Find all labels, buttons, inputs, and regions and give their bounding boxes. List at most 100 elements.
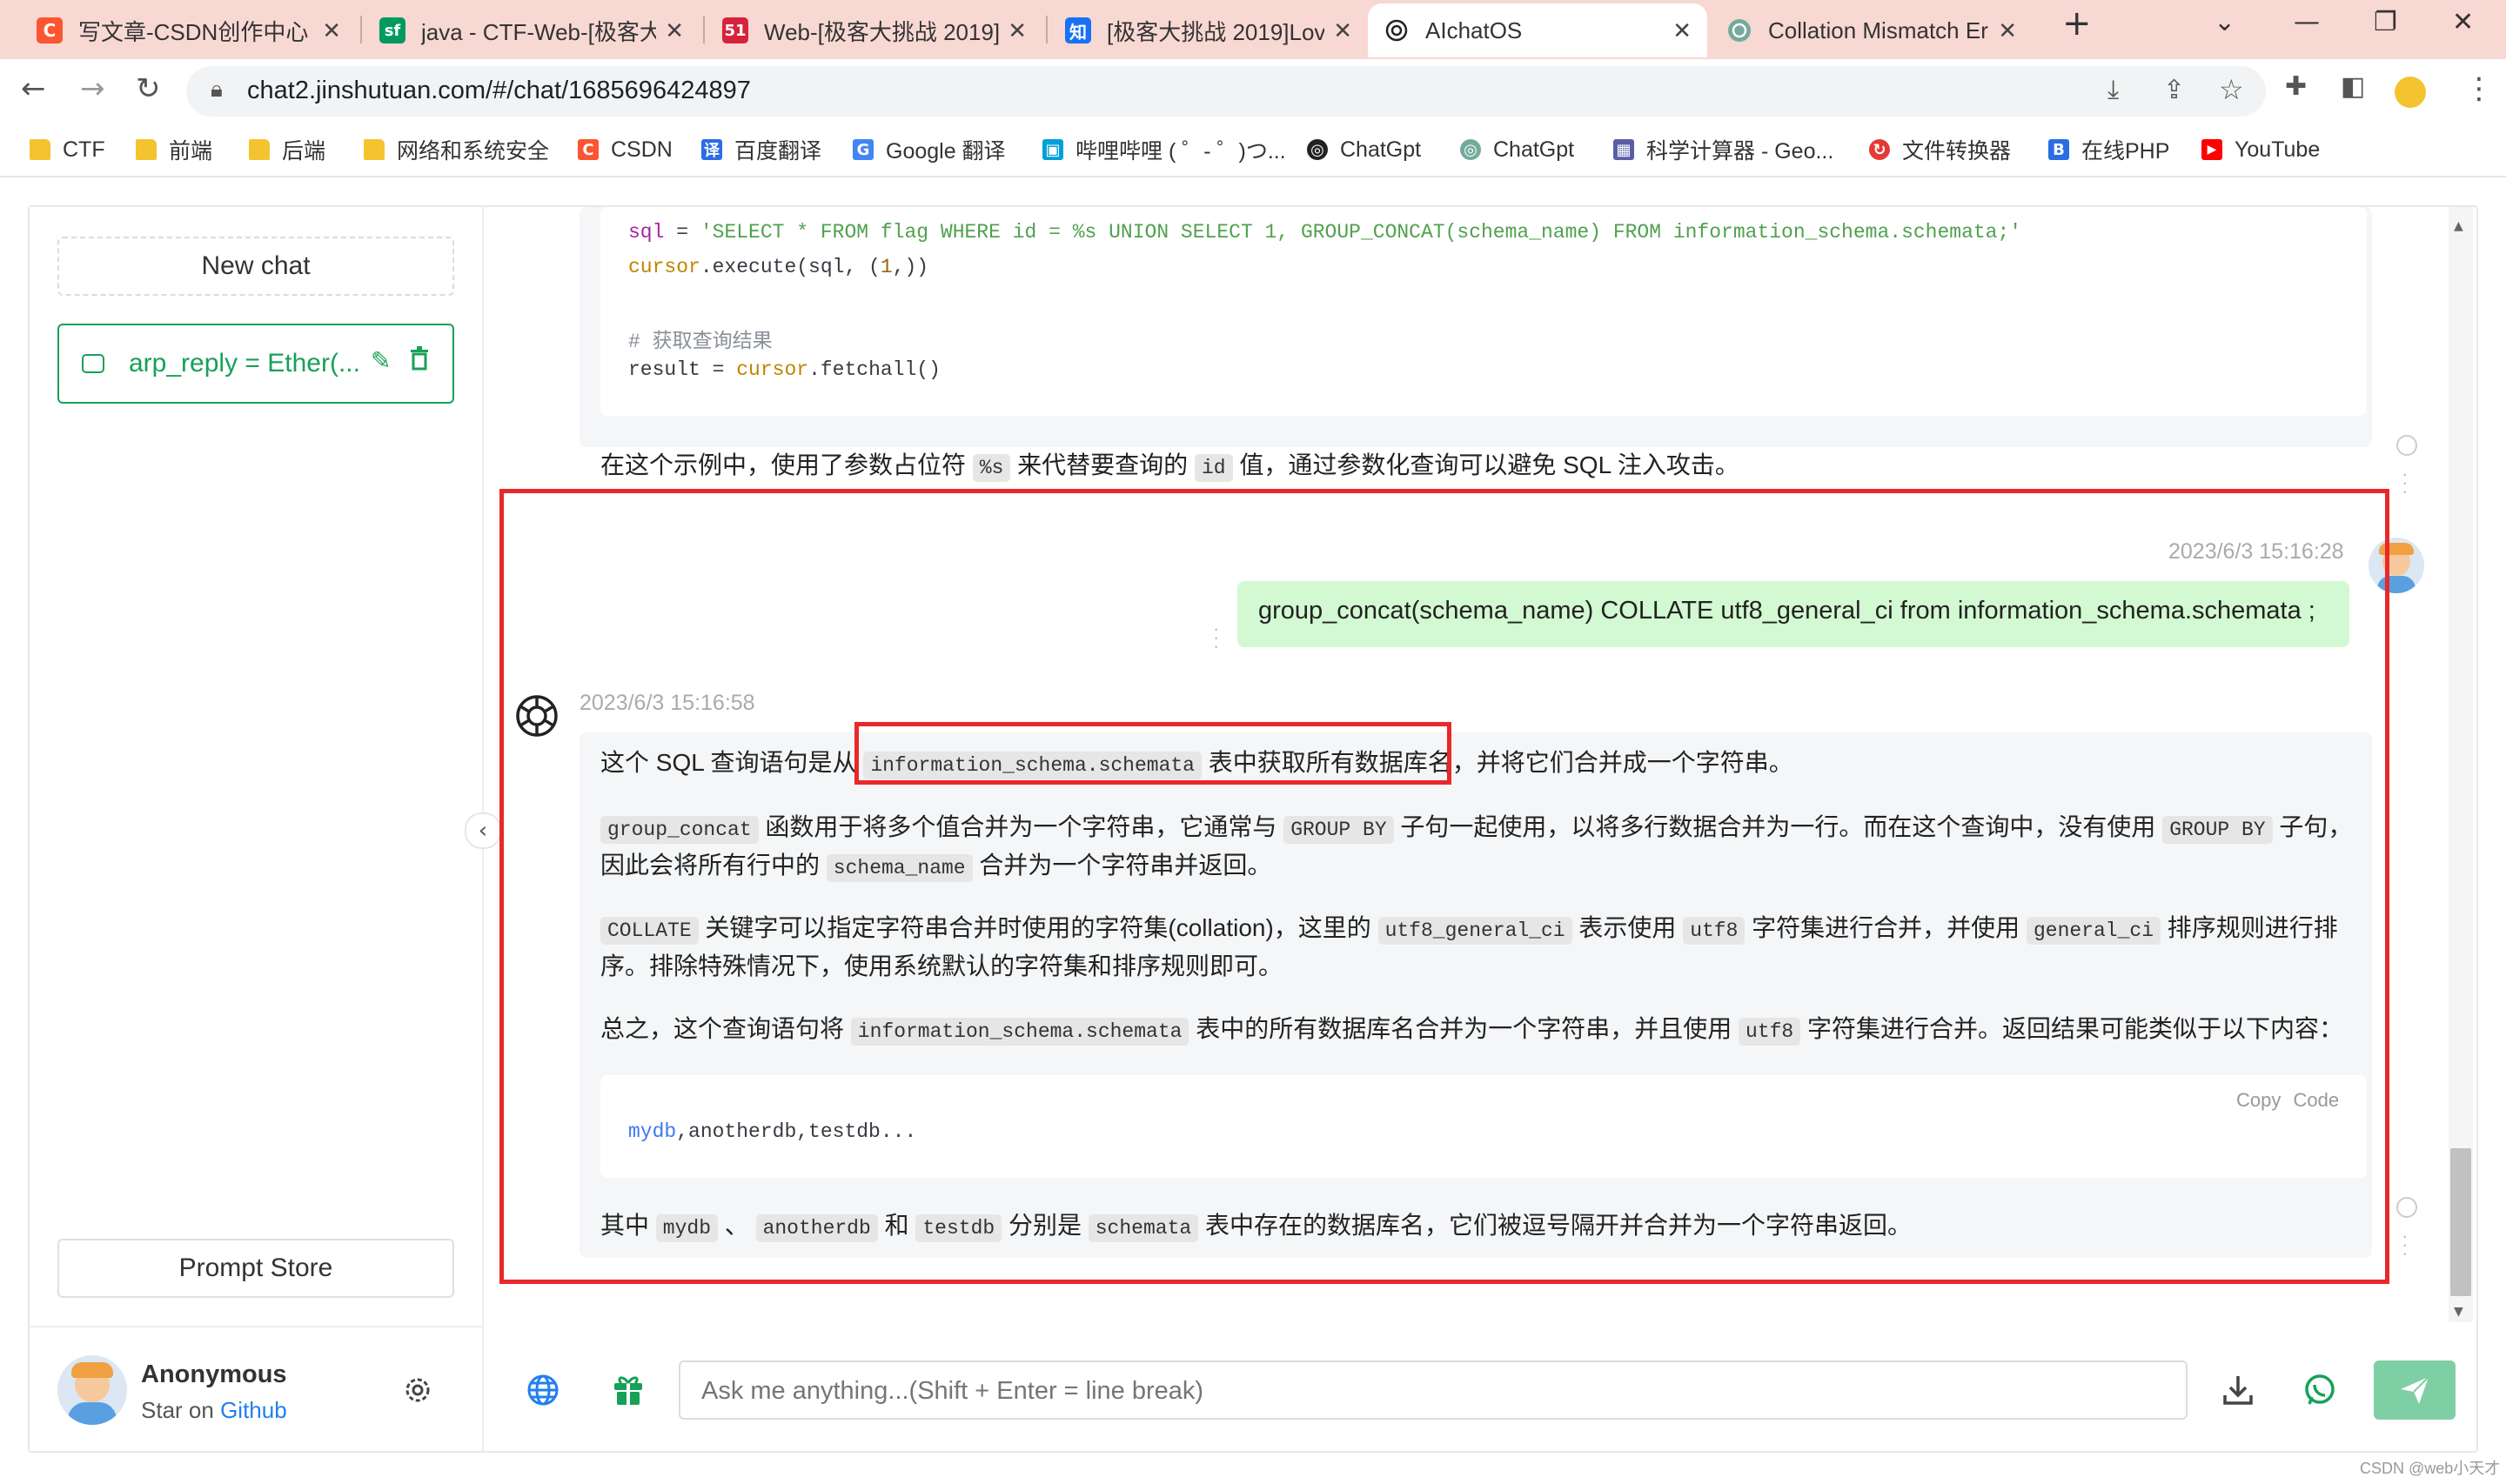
message-more-icon[interactable]: · · · (2402, 1227, 2408, 1263)
bookmark-google-translate[interactable]: G Google 翻译 (853, 132, 1006, 167)
prompt-store-button[interactable]: Prompt Store (57, 1239, 454, 1298)
code-comment: # 获取查询结果 (628, 331, 773, 353)
close-icon[interactable]: ✕ (322, 17, 341, 44)
bookmark-label: Google 翻译 (886, 139, 1006, 164)
scroll-down-arrow-icon[interactable]: ▼ (2454, 1305, 2463, 1319)
whatsapp-share-icon[interactable] (2302, 1373, 2337, 1412)
scrollbar-thumb[interactable] (2450, 1148, 2471, 1296)
profile-avatar[interactable] (2395, 77, 2426, 108)
forward-arrow-icon[interactable]: → (80, 71, 105, 106)
bookmark-label: 百度翻译 (734, 139, 822, 164)
scroll-up-arrow-icon[interactable]: ▲ (2454, 219, 2463, 233)
bookmark-star-icon[interactable]: ☆ (2219, 73, 2244, 106)
tab-collation-mismatch[interactable]: Collation Mismatch Err ✕ (1711, 3, 2033, 57)
bookmark-label: CSDN (611, 137, 673, 162)
close-icon[interactable]: ✕ (665, 17, 684, 44)
side-panel-icon[interactable]: ◧ (2341, 71, 2365, 102)
annotation-highlight-box (499, 489, 2389, 1284)
bookmark-label: 前端 (169, 139, 213, 164)
delete-trash-icon[interactable] (409, 346, 430, 378)
gift-icon[interactable] (611, 1373, 646, 1412)
code-token: 'SELECT * FROM flag WHERE id = %s UNION … (700, 221, 2022, 244)
edit-pencil-icon[interactable]: ✎ (371, 346, 391, 375)
settings-gear-icon[interactable] (402, 1374, 433, 1410)
sidebar-divider (30, 1326, 482, 1327)
bookmark-label: CTF (63, 137, 105, 162)
chat-input-field[interactable] (700, 1373, 2165, 1409)
bookmark-chatgpt-2[interactable]: ◎ ChatGpt (1460, 132, 1574, 167)
csdn-icon: C (37, 17, 63, 43)
reload-icon[interactable]: ↻ (136, 71, 161, 106)
tab-title: AIchatOS (1425, 17, 1523, 43)
tab-web-geek[interactable]: 51 Web-[极客大挑战 2019] ✕ (707, 3, 1042, 57)
openai-icon (1726, 17, 1752, 43)
tab-aichatos[interactable]: AIchatOS ✕ (1368, 3, 1707, 57)
download-icon[interactable] (2221, 1373, 2255, 1412)
code-line: result = cursor.fetchall() (628, 358, 941, 381)
address-bar-row: ← → ↻ 🔒︎ chat2.jinshutuan.com/#/chat/168… (0, 59, 2506, 125)
new-tab-button[interactable]: + (2062, 3, 2092, 43)
openai-icon: ◎ (1307, 139, 1328, 160)
bookmark-php[interactable]: B 在线PHP (2048, 132, 2169, 167)
bookmark-label: ChatGpt (1493, 137, 1575, 162)
close-icon[interactable]: ✕ (1333, 17, 1352, 44)
code-token: = (664, 221, 700, 244)
bookmark-bilibili[interactable]: ▣ 哔哩哔哩 ( ゜- ゜)つ... (1042, 132, 1286, 167)
bookmark-baidu-translate[interactable]: 译百度翻译 (701, 132, 821, 167)
tab-title: 写文章-CSDN创作中心 (78, 18, 309, 45)
send-button[interactable] (2374, 1360, 2456, 1420)
google-translate-icon: G (853, 139, 874, 160)
bookmark-youtube[interactable]: ▶ YouTube (2201, 132, 2320, 167)
chat-scrollbar[interactable]: ▲ ▼ (2449, 207, 2473, 1322)
tab-java-ctf[interactable]: sf java - CTF-Web-[极客大 ✕ (364, 3, 700, 57)
51cto-icon: 51 (722, 17, 748, 43)
bookmark-calculator[interactable]: ▦ 科学计算器 - Geo... (1613, 132, 1833, 167)
url-text[interactable]: chat2.jinshutuan.com/#/chat/168569642489… (247, 77, 751, 105)
sidebar-collapse-chevron-icon[interactable]: ‹ (465, 812, 501, 849)
bookmark-converter[interactable]: ↻ 文件转换器 (1869, 132, 2011, 167)
folder-icon (30, 139, 50, 160)
tab-zhihu[interactable]: 知 [极客大挑战 2019]Lovel ✕ (1049, 3, 1368, 57)
new-chat-button[interactable]: New chat (57, 237, 454, 296)
openai-icon (1384, 17, 1410, 43)
close-icon[interactable]: ✕ (1672, 17, 1692, 44)
share-icon[interactable]: ⇪ (2163, 75, 2185, 105)
window-close-icon[interactable]: ✕ (2452, 7, 2474, 37)
bookmark-chatgpt-1[interactable]: ◎ ChatGpt (1307, 132, 1421, 167)
bookmark-frontend[interactable]: 前端 (136, 132, 212, 167)
text-run: 来代替要查询的 (1010, 451, 1195, 478)
bookmark-ctf[interactable]: CTF (30, 132, 105, 167)
install-app-icon[interactable]: ⤓ (2107, 75, 2119, 105)
bookmark-csdn[interactable]: C CSDN (578, 132, 673, 167)
chat-input[interactable] (679, 1360, 2188, 1420)
chat-item-title: arp_reply = Ether(... (129, 349, 360, 378)
folder-icon (249, 139, 270, 160)
bookmark-netsec[interactable]: 网络和系统安全 (364, 132, 549, 167)
message-more-icon[interactable]: · · · (2402, 465, 2408, 501)
menu-kebab-icon[interactable]: ⋮ (2464, 71, 2494, 106)
code-token: result = (628, 358, 737, 381)
segmentfault-icon: sf (379, 17, 405, 43)
message-status-icon (2396, 435, 2417, 456)
globe-icon[interactable] (526, 1373, 560, 1412)
minimize-icon[interactable]: — (2294, 7, 2320, 37)
bookmark-label: 科学计算器 - Geo... (1646, 139, 1834, 164)
zhihu-icon: 知 (1065, 17, 1091, 43)
tab-title: [极客大挑战 2019]Lovel (1107, 18, 1325, 45)
close-icon[interactable]: ✕ (1008, 17, 1027, 44)
github-link[interactable]: Github (220, 1397, 287, 1423)
tab-title: java - CTF-Web-[极客大 (421, 18, 657, 45)
extensions-puzzle-icon[interactable]: ✚ (2285, 71, 2307, 102)
back-arrow-icon[interactable]: ← (21, 71, 46, 106)
tab-search-chevron-icon[interactable]: ⌄ (2214, 7, 2235, 37)
baidu-translate-icon: 译 (701, 139, 722, 160)
youtube-icon: ▶ (2201, 139, 2222, 160)
restore-icon[interactable]: ❐ (2374, 7, 2397, 37)
close-icon[interactable]: ✕ (1998, 17, 2017, 44)
bookmark-label: 后端 (282, 139, 326, 164)
tab-csdn-write[interactable]: C 写文章-CSDN创作中心 ✕ (21, 3, 357, 57)
omnibox[interactable]: 🔒︎ chat2.jinshutuan.com/#/chat/168569642… (186, 66, 2266, 117)
user-name: Anonymous (141, 1360, 287, 1388)
bookmark-backend[interactable]: 后端 (249, 132, 325, 167)
chat-history-item[interactable]: arp_reply = Ether(... ✎ (57, 324, 454, 404)
